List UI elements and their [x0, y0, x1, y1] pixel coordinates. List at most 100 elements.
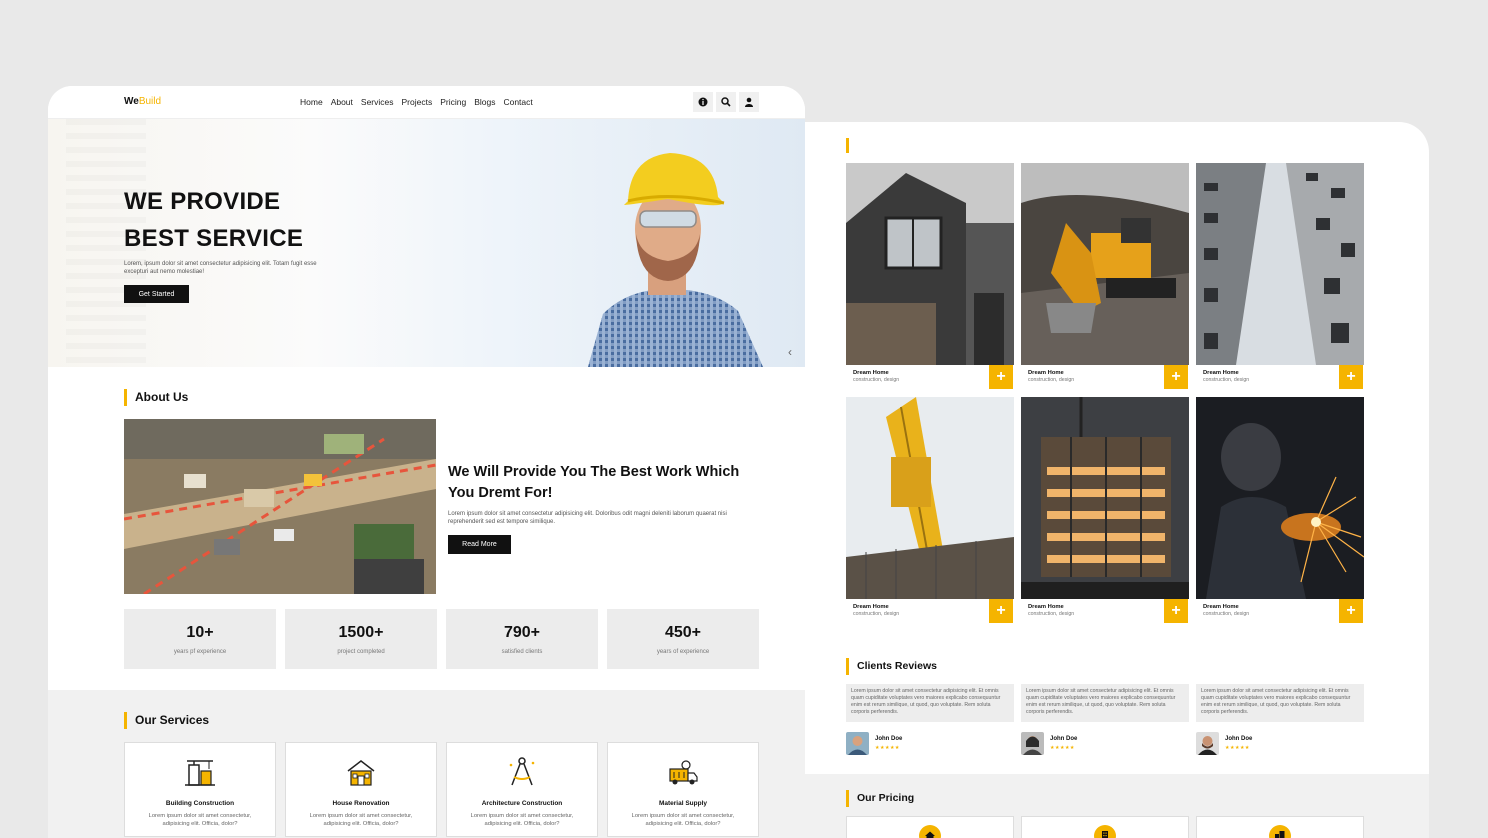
- stat-label: years of experience: [656, 649, 710, 655]
- modern-house-photo: [846, 163, 1014, 365]
- avatar: [1021, 732, 1044, 755]
- review-text: Lorem ipsum dolor sit amet consectetur a…: [846, 684, 1014, 722]
- review-author: John Doe ★★★★★: [846, 732, 1014, 755]
- stat-label: years pf experience: [173, 649, 227, 655]
- service-card-building-construction[interactable]: Building Construction Lorem ipsum dolor …: [124, 742, 276, 837]
- reviewer-name: John Doe: [1225, 736, 1253, 742]
- website-preview-left: WeBuild Home About Services Projects Pri…: [48, 86, 805, 838]
- about-section-title: About Us: [124, 389, 188, 406]
- avatar: [846, 732, 869, 755]
- review-card: Lorem ipsum dolor sit amet consectetur a…: [1021, 684, 1189, 755]
- service-card-material-supply[interactable]: Material Supply Lorem ipsum dolor sit am…: [607, 742, 759, 837]
- stat-value: 790+: [503, 624, 541, 641]
- gallery-card[interactable]: Dream Home construction, design +: [1021, 397, 1189, 624]
- gallery-plus-button[interactable]: +: [989, 599, 1013, 623]
- gallery-title: Dream Home: [853, 604, 889, 610]
- stat-card: 450+ years of experience: [607, 609, 759, 669]
- pricing-cards-row: [846, 816, 1364, 838]
- gallery-title: Dream Home: [853, 370, 889, 376]
- nav-link-blogs[interactable]: Blogs: [474, 97, 495, 107]
- review-text: Lorem ipsum dolor sit amet consectetur a…: [1021, 684, 1189, 722]
- review-card: Lorem ipsum dolor sit amet consectetur a…: [1196, 684, 1364, 755]
- home-icon: [925, 831, 935, 838]
- supply-truck-icon: [669, 760, 698, 785]
- hero-slider-prev-arrow[interactable]: ‹: [788, 345, 792, 359]
- crane-building-icon: [185, 760, 215, 786]
- rating-stars: ★★★★★: [1050, 745, 1075, 751]
- gallery-plus-button[interactable]: +: [1164, 599, 1188, 623]
- nav-link-projects[interactable]: Projects: [402, 97, 433, 107]
- stat-label: project completed: [337, 649, 385, 655]
- gallery-card[interactable]: Dream Home construction, design +: [1196, 163, 1364, 390]
- service-name: Architecture Construction: [481, 800, 563, 807]
- stats-row: 10+ years pf experience 1500+ project co…: [124, 609, 759, 669]
- nav-link-contact[interactable]: Contact: [503, 97, 532, 107]
- gallery-plus-button[interactable]: +: [1339, 365, 1363, 389]
- gallery-title: Dream Home: [1203, 370, 1239, 376]
- pricing-card[interactable]: [1021, 816, 1189, 838]
- service-description: Lorem ipsum dolor sit amet consectetur, …: [148, 813, 252, 827]
- website-preview-right: Dream Home construction, design + Dream …: [805, 122, 1429, 774]
- get-started-button[interactable]: Get Started: [124, 285, 189, 303]
- stat-card: 790+ satisfied clients: [446, 609, 598, 669]
- review-author: John Doe ★★★★★: [1196, 732, 1364, 755]
- pricing-section-title: Our Pricing: [846, 790, 914, 807]
- service-card-house-renovation[interactable]: House Renovation Lorem ipsum dolor sit a…: [285, 742, 437, 837]
- hero-title-line-1: WE PROVIDE: [124, 188, 281, 215]
- gallery-title: Dream Home: [1028, 604, 1064, 610]
- read-more-button[interactable]: Read More: [448, 535, 511, 554]
- gallery-plus-button[interactable]: +: [1339, 599, 1363, 623]
- pricing-badge: [1269, 825, 1291, 838]
- user-button[interactable]: [739, 92, 759, 112]
- gallery-card[interactable]: Dream Home construction, design +: [846, 397, 1014, 624]
- gallery-card[interactable]: Dream Home construction, design +: [1021, 163, 1189, 390]
- stat-card: 1500+ project completed: [285, 609, 437, 669]
- reviewer-name: John Doe: [1050, 736, 1078, 742]
- gallery-plus-button[interactable]: +: [1164, 365, 1188, 389]
- service-card-architecture-construction[interactable]: Architecture Construction Lorem ipsum do…: [446, 742, 598, 837]
- nav-link-home[interactable]: Home: [300, 97, 323, 107]
- hero-title-line-2: BEST SERVICE: [124, 225, 304, 252]
- pricing-badge: [919, 825, 941, 838]
- gallery-subtitle: construction, design: [1028, 377, 1075, 383]
- rating-stars: ★★★★★: [1225, 745, 1250, 751]
- nav-link-about[interactable]: About: [331, 97, 353, 107]
- gallery-title: Dream Home: [1203, 604, 1239, 610]
- stat-label: satisfied clients: [501, 649, 543, 655]
- reviewer-name: John Doe: [875, 736, 903, 742]
- gallery-subtitle: construction, design: [853, 377, 900, 383]
- hero-subtitle: Lorem, ipsum dolor sit amet consectetur …: [124, 261, 317, 275]
- logo[interactable]: WeBuild: [124, 96, 161, 107]
- nav-link-pricing[interactable]: Pricing: [440, 97, 466, 107]
- projects-gallery: Dream Home construction, design + Dream …: [846, 163, 1365, 624]
- pricing-card[interactable]: [846, 816, 1014, 838]
- gallery-title: Dream Home: [1028, 370, 1064, 376]
- info-button[interactable]: [693, 92, 713, 112]
- gallery-subtitle: construction, design: [853, 611, 900, 617]
- review-card: Lorem ipsum dolor sit amet consectetur a…: [846, 684, 1014, 755]
- stat-value: 10+: [186, 624, 214, 641]
- gallery-subtitle: construction, design: [1203, 611, 1250, 617]
- stat-card: 10+ years pf experience: [124, 609, 276, 669]
- gallery-card[interactable]: Dream Home construction, design +: [1196, 397, 1365, 624]
- info-icon: [698, 97, 708, 107]
- house-renovation-icon: [347, 760, 375, 786]
- gallery-plus-button[interactable]: +: [989, 365, 1013, 389]
- nav-link-services[interactable]: Services: [361, 97, 394, 107]
- excavator-photo: [1021, 163, 1189, 365]
- worker-photo: [588, 153, 763, 367]
- service-name: Material Supply: [658, 800, 708, 807]
- gallery-card[interactable]: Dream Home construction, design +: [846, 163, 1014, 390]
- search-icon: [721, 97, 731, 107]
- pricing-card[interactable]: [1196, 816, 1364, 838]
- user-icon: [745, 97, 753, 107]
- search-button[interactable]: [716, 92, 736, 112]
- logo-text-primary: We: [124, 96, 139, 107]
- gallery-subtitle: construction, design: [1203, 377, 1250, 383]
- avatar: [1196, 732, 1219, 755]
- service-name: Building Construction: [165, 800, 235, 807]
- pricing-section: Our Pricing: [805, 774, 1429, 838]
- building-under-construction-night-photo: [1021, 397, 1189, 599]
- service-description: Lorem ipsum dolor sit amet consectetur, …: [631, 813, 735, 827]
- gallery-subtitle: construction, design: [1028, 611, 1075, 617]
